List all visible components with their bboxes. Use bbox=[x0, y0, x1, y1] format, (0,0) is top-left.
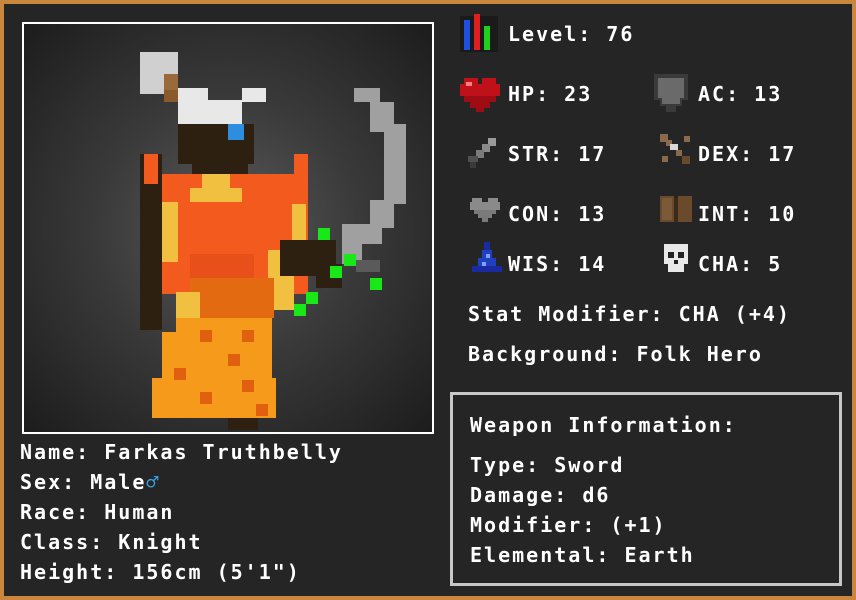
weapon-elemental-value: Earth bbox=[624, 543, 695, 567]
skull-icon bbox=[664, 244, 688, 272]
bar-chart-icon bbox=[460, 14, 498, 52]
wizard-hat-icon bbox=[472, 242, 502, 272]
weapon-damage-value: d6 bbox=[582, 483, 611, 507]
level-row: Level: 76 bbox=[508, 22, 635, 46]
character-portrait bbox=[22, 22, 434, 434]
race-row: Race: Human bbox=[20, 500, 175, 524]
weapon-info-title: Weapon Information: bbox=[470, 413, 737, 437]
weapon-modifier-row: Modifier: (+1) bbox=[470, 513, 667, 537]
male-symbol-icon: ♂ bbox=[146, 470, 161, 494]
level-value: 76 bbox=[606, 22, 635, 46]
stat-modifier-value: CHA (+4) bbox=[678, 302, 791, 326]
gray-heart-icon bbox=[470, 198, 500, 222]
knight-sprite bbox=[140, 52, 406, 430]
cha-row: CHA: 5 bbox=[698, 252, 783, 276]
stat-modifier-row: Stat Modifier: CHA (+4) bbox=[468, 302, 791, 326]
heart-icon bbox=[460, 78, 500, 112]
bow-icon bbox=[660, 134, 690, 164]
hp-value: 23 bbox=[564, 82, 593, 106]
int-value: 10 bbox=[768, 202, 797, 226]
background-value: Folk Hero bbox=[636, 342, 763, 366]
weapon-type-value: Sword bbox=[554, 453, 625, 477]
wis-row: WIS: 14 bbox=[508, 252, 607, 276]
sex-row: Sex: Male♂ bbox=[20, 470, 161, 494]
str-value: 17 bbox=[578, 142, 607, 166]
character-class: Knight bbox=[118, 530, 203, 554]
weapon-type-row: Type: Sword bbox=[470, 453, 625, 477]
con-value: 13 bbox=[578, 202, 607, 226]
background-row: Background: Folk Hero bbox=[468, 342, 763, 366]
height-row: Height: 156cm (5'1") bbox=[20, 560, 301, 584]
weapon-damage-row: Damage: d6 bbox=[470, 483, 611, 507]
str-row: STR: 17 bbox=[508, 142, 607, 166]
class-row: Class: Knight bbox=[20, 530, 203, 554]
sword-icon bbox=[468, 138, 496, 168]
hp-row: HP: 23 bbox=[508, 82, 593, 106]
weapon-info-box: Weapon Information: Type: Sword Damage: … bbox=[450, 392, 842, 586]
name-row: Name: Farkas Truthbelly bbox=[20, 440, 343, 464]
character-race: Human bbox=[104, 500, 175, 524]
character-name: Farkas Truthbelly bbox=[104, 440, 343, 464]
shield-icon bbox=[654, 74, 688, 112]
book-icon bbox=[660, 196, 692, 222]
weapon-modifier-value: (+1) bbox=[610, 513, 667, 537]
ac-value: 13 bbox=[754, 82, 783, 106]
weapon-elemental-row: Elemental: Earth bbox=[470, 543, 695, 567]
cha-value: 5 bbox=[768, 252, 783, 276]
wis-value: 14 bbox=[578, 252, 607, 276]
dex-value: 17 bbox=[768, 142, 797, 166]
dex-row: DEX: 17 bbox=[698, 142, 797, 166]
ac-row: AC: 13 bbox=[698, 82, 783, 106]
character-sex: Male bbox=[90, 470, 147, 494]
con-row: CON: 13 bbox=[508, 202, 607, 226]
int-row: INT: 10 bbox=[698, 202, 797, 226]
character-height: 156cm (5'1") bbox=[132, 560, 301, 584]
character-sheet: Name: Farkas Truthbelly Sex: Male♂ Race:… bbox=[0, 0, 856, 600]
